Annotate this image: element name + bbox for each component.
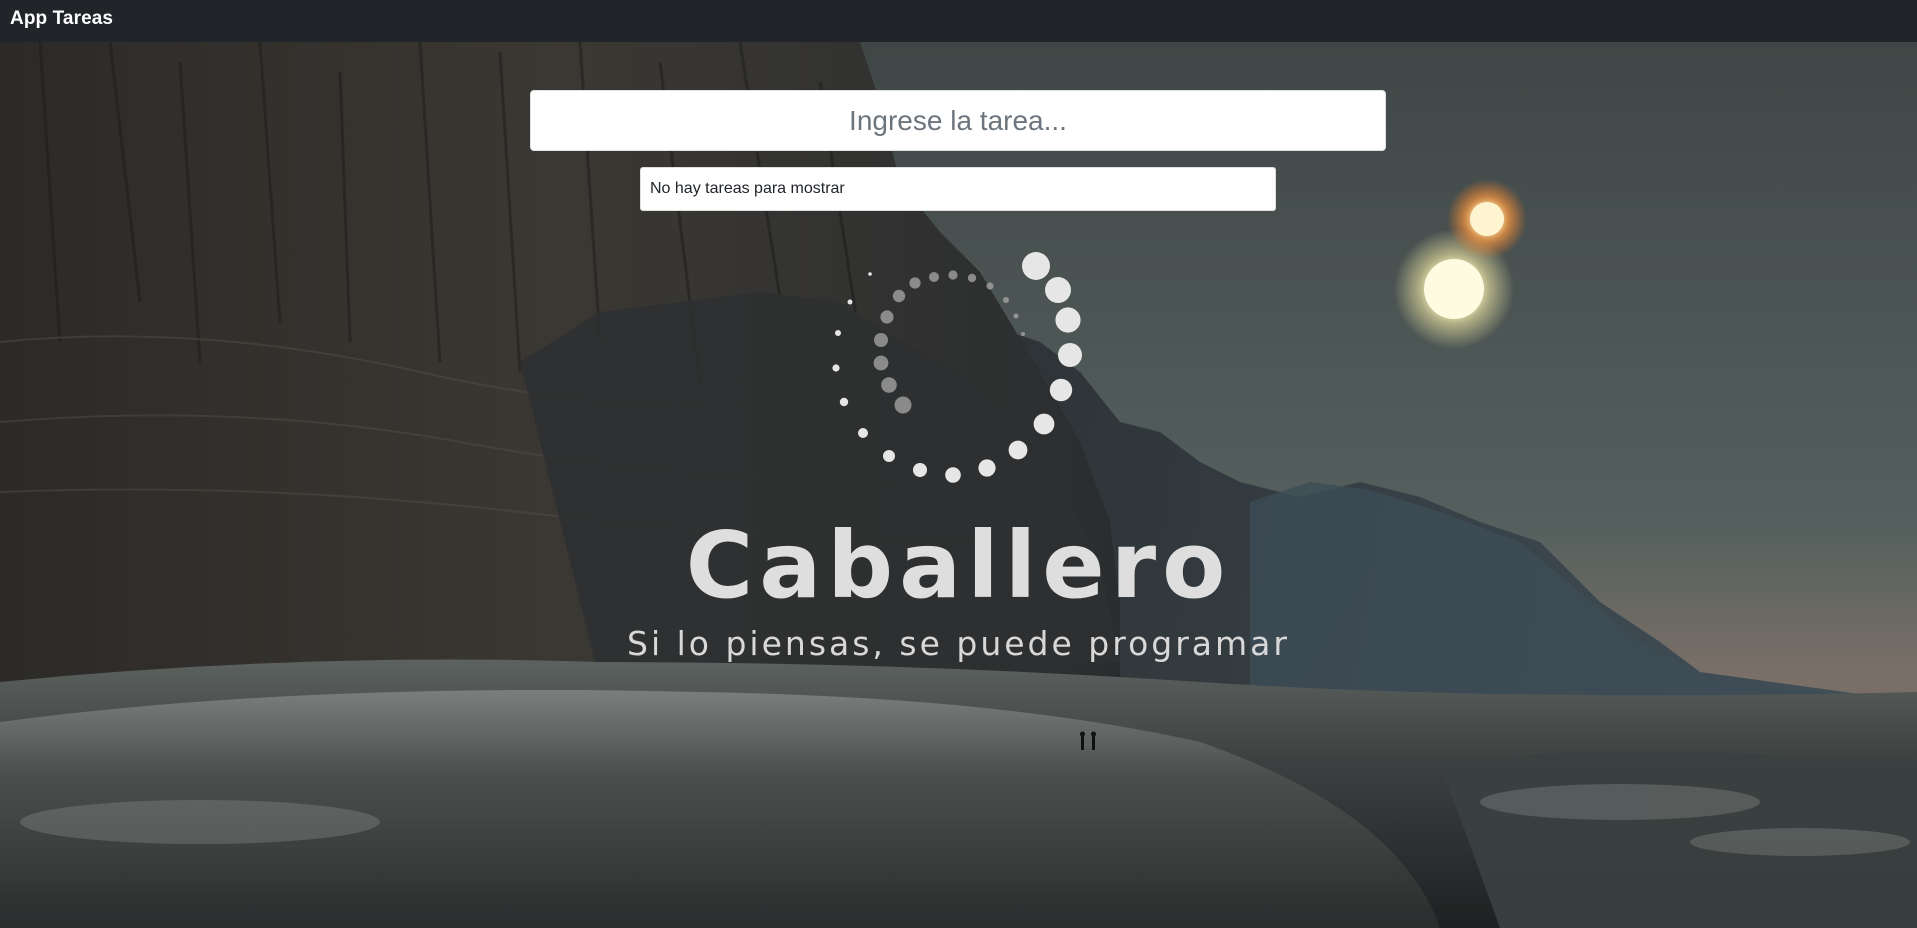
logo-slogan: Si lo piensas, se puede programar [627,624,1290,663]
navbar: App Tareas [0,0,1917,42]
dotted-circle-spinner-icon [820,250,1100,490]
task-list: No hay tareas para mostrar [640,167,1276,211]
task-input[interactable] [530,90,1386,151]
empty-task-message: No hay tareas para mostrar [640,167,1276,211]
logo-wordmark: Caballero [685,512,1232,619]
navbar-brand[interactable]: App Tareas [10,8,113,30]
